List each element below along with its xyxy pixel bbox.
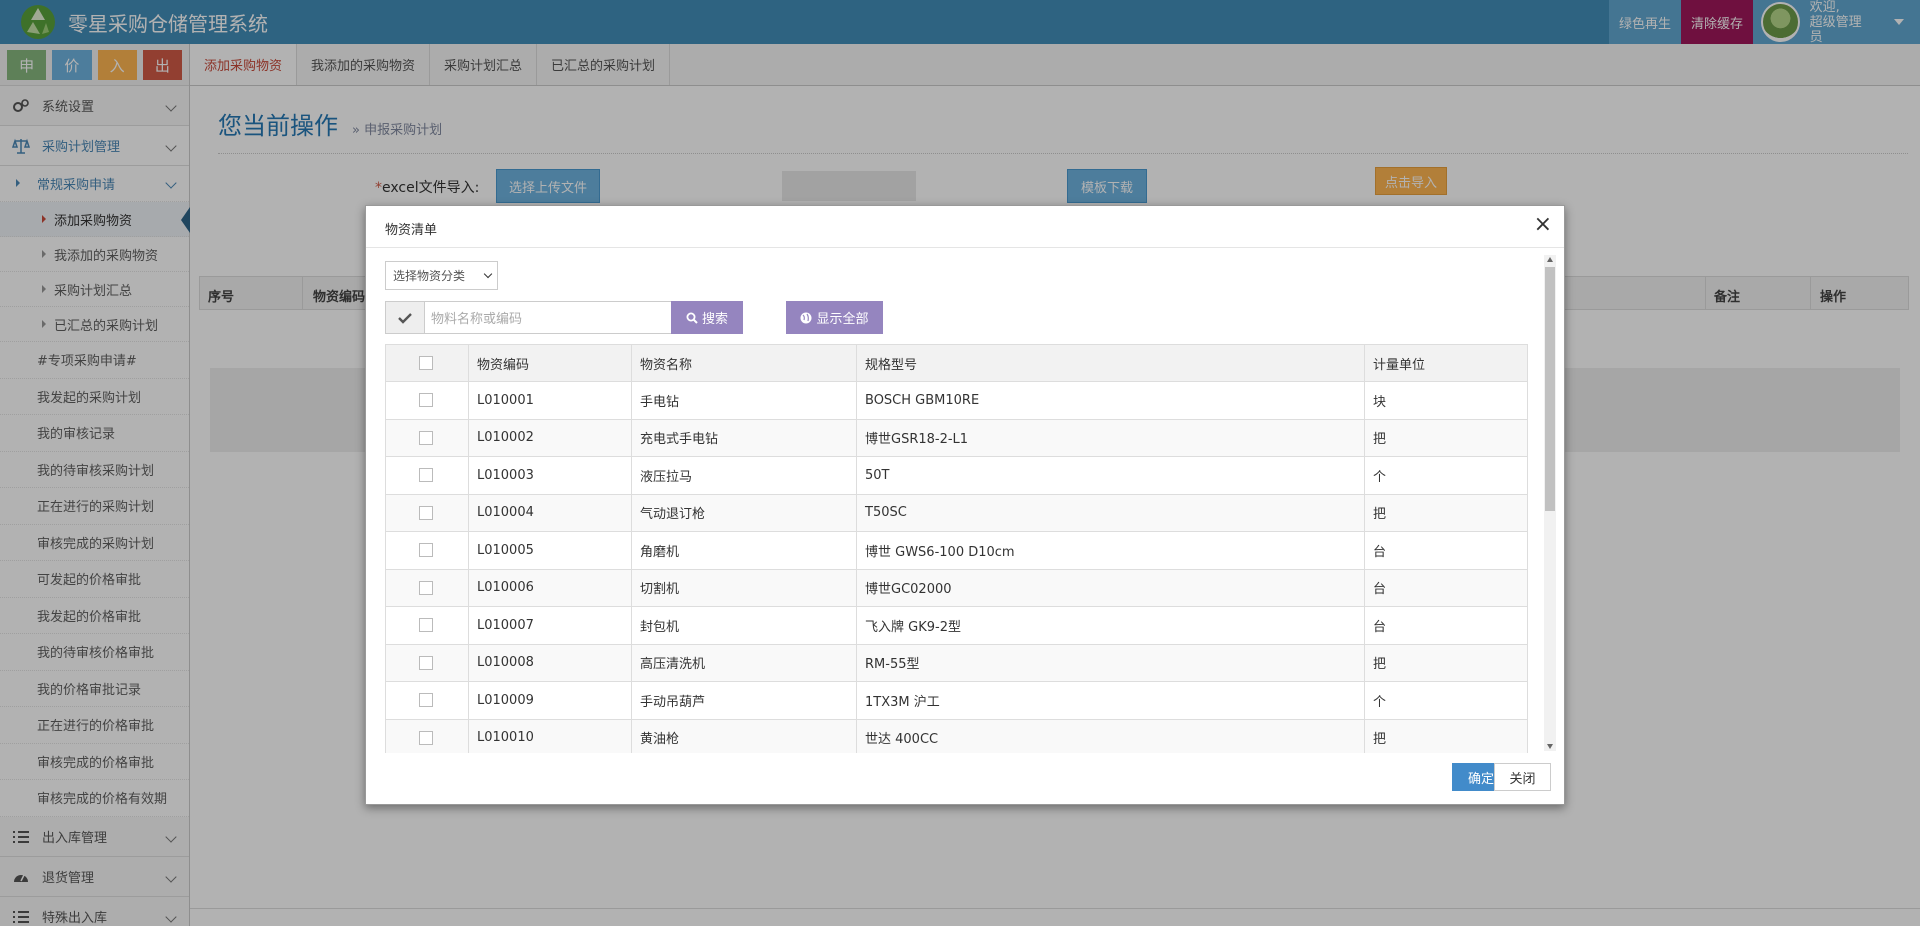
search-input[interactable]: 物料名称或编码	[424, 301, 672, 334]
row-checkbox[interactable]	[419, 618, 433, 633]
cell-spec: 1TX3M 沪工	[856, 681, 1365, 720]
cell-name: 气动退订枪	[631, 493, 857, 532]
table-row[interactable]: L010010 黄油枪 世达 400CC 把	[385, 718, 1528, 753]
row-checkbox[interactable]	[419, 655, 433, 670]
table-row[interactable]: L010003 液压拉马 50T 个	[385, 456, 1528, 495]
chevron-down-icon	[483, 269, 493, 279]
cell-unit: 台	[1364, 568, 1528, 607]
cell-code: L010010	[468, 718, 632, 753]
cell-name: 角磨机	[631, 531, 857, 570]
cell-spec: 博世 GWS6-100 D10cm	[856, 531, 1365, 570]
cell-code: L010002	[468, 418, 632, 457]
cell-unit: 把	[1364, 718, 1528, 753]
cell-spec: T50SC	[856, 493, 1365, 532]
cell-code: L010003	[468, 456, 632, 495]
cell-unit: 个	[1364, 456, 1528, 495]
select-all-checkbox[interactable]	[419, 356, 433, 370]
cell-code: L010006	[468, 568, 632, 607]
cell-unit: 台	[1364, 606, 1528, 645]
row-checkbox[interactable]	[419, 393, 433, 408]
check-addon	[385, 301, 425, 334]
cell-spec: RM-55型	[856, 643, 1365, 682]
scroll-up-icon[interactable]	[1547, 257, 1553, 262]
show-all-button[interactable]: 显示全部	[786, 301, 883, 334]
scroll-down-icon[interactable]	[1547, 744, 1553, 749]
cell-name: 封包机	[631, 606, 857, 645]
row-checkbox[interactable]	[419, 730, 433, 745]
cell-code: L010007	[468, 606, 632, 645]
cell-code: L010004	[468, 493, 632, 532]
row-checkbox[interactable]	[419, 543, 433, 558]
select-all-cell	[385, 344, 469, 382]
modal-header: 物资清单 ×	[366, 206, 1564, 248]
cell-unit: 把	[1364, 643, 1528, 682]
cell-spec: 博世GSR18-2-L1	[856, 418, 1365, 457]
cell-unit: 块	[1364, 381, 1528, 420]
row-checkbox[interactable]	[419, 468, 433, 483]
cell-name: 黄油枪	[631, 718, 857, 753]
cell-name: 高压清洗机	[631, 643, 857, 682]
scroll-thumb[interactable]	[1545, 267, 1555, 511]
column-header: 计量单位	[1364, 344, 1528, 382]
column-header: 物资编码	[468, 344, 632, 382]
table-row[interactable]: L010007 封包机 飞入牌 GK9-2型 台	[385, 606, 1528, 645]
cell-name: 充电式手电钻	[631, 418, 857, 457]
table-row[interactable]: L010002 充电式手电钻 博世GSR18-2-L1 把	[385, 418, 1528, 457]
table-row[interactable]: L010004 气动退订枪 T50SC 把	[385, 493, 1528, 532]
modal-title: 物资清单	[385, 223, 438, 238]
search-button[interactable]: 搜索	[671, 301, 743, 334]
cell-code: L010005	[468, 531, 632, 570]
table-header-row: 物资编码 物资名称 规格型号 计量单位	[385, 344, 1528, 382]
cell-name: 液压拉马	[631, 456, 857, 495]
table-row[interactable]: L010008 高压清洗机 RM-55型 把	[385, 643, 1528, 682]
globe-icon	[800, 312, 812, 323]
cell-code: L010009	[468, 681, 632, 720]
modal-body: 选择物资分类 物料名称或编码 搜索 显示全部 物资编码 物资名称 规格型号 计量…	[366, 249, 1566, 753]
modal-footer: 确定 关闭	[366, 752, 1566, 804]
material-table: 物资编码 物资名称 规格型号 计量单位 L010001 手电钻 BOSCH GB…	[385, 344, 1528, 753]
table-row[interactable]: L010001 手电钻 BOSCH GBM10RE 块	[385, 381, 1528, 420]
column-header: 物资名称	[631, 344, 857, 382]
row-checkbox[interactable]	[419, 430, 433, 445]
row-checkbox[interactable]	[419, 505, 433, 520]
row-checkbox[interactable]	[419, 693, 433, 708]
cell-code: L010008	[468, 643, 632, 682]
close-icon[interactable]: ×	[1534, 214, 1552, 236]
table-row[interactable]: L010005 角磨机 博世 GWS6-100 D10cm 台	[385, 531, 1528, 570]
search-icon	[686, 312, 698, 324]
category-select[interactable]: 选择物资分类	[385, 261, 498, 290]
close-button[interactable]: 关闭	[1494, 763, 1551, 791]
cell-spec: 世达 400CC	[856, 718, 1365, 753]
material-list-modal: 物资清单 × 选择物资分类 物料名称或编码 搜索 显示全部 物资编码 物资名称 …	[365, 205, 1565, 805]
cell-unit: 台	[1364, 531, 1528, 570]
column-header: 规格型号	[856, 344, 1365, 382]
cell-spec: BOSCH GBM10RE	[856, 381, 1365, 420]
cell-spec: 飞入牌 GK9-2型	[856, 606, 1365, 645]
modal-scrollbar[interactable]	[1544, 255, 1556, 751]
cell-spec: 博世GC02000	[856, 568, 1365, 607]
check-icon	[398, 312, 412, 324]
cell-name: 切割机	[631, 568, 857, 607]
cell-unit: 把	[1364, 493, 1528, 532]
row-checkbox[interactable]	[419, 580, 433, 595]
cell-unit: 把	[1364, 418, 1528, 457]
cell-name: 手动吊葫芦	[631, 681, 857, 720]
cell-name: 手电钻	[631, 381, 857, 420]
table-row[interactable]: L010006 切割机 博世GC02000 台	[385, 568, 1528, 607]
table-row[interactable]: L010009 手动吊葫芦 1TX3M 沪工 个	[385, 681, 1528, 720]
cell-code: L010001	[468, 381, 632, 420]
cell-unit: 个	[1364, 681, 1528, 720]
cell-spec: 50T	[856, 456, 1365, 495]
